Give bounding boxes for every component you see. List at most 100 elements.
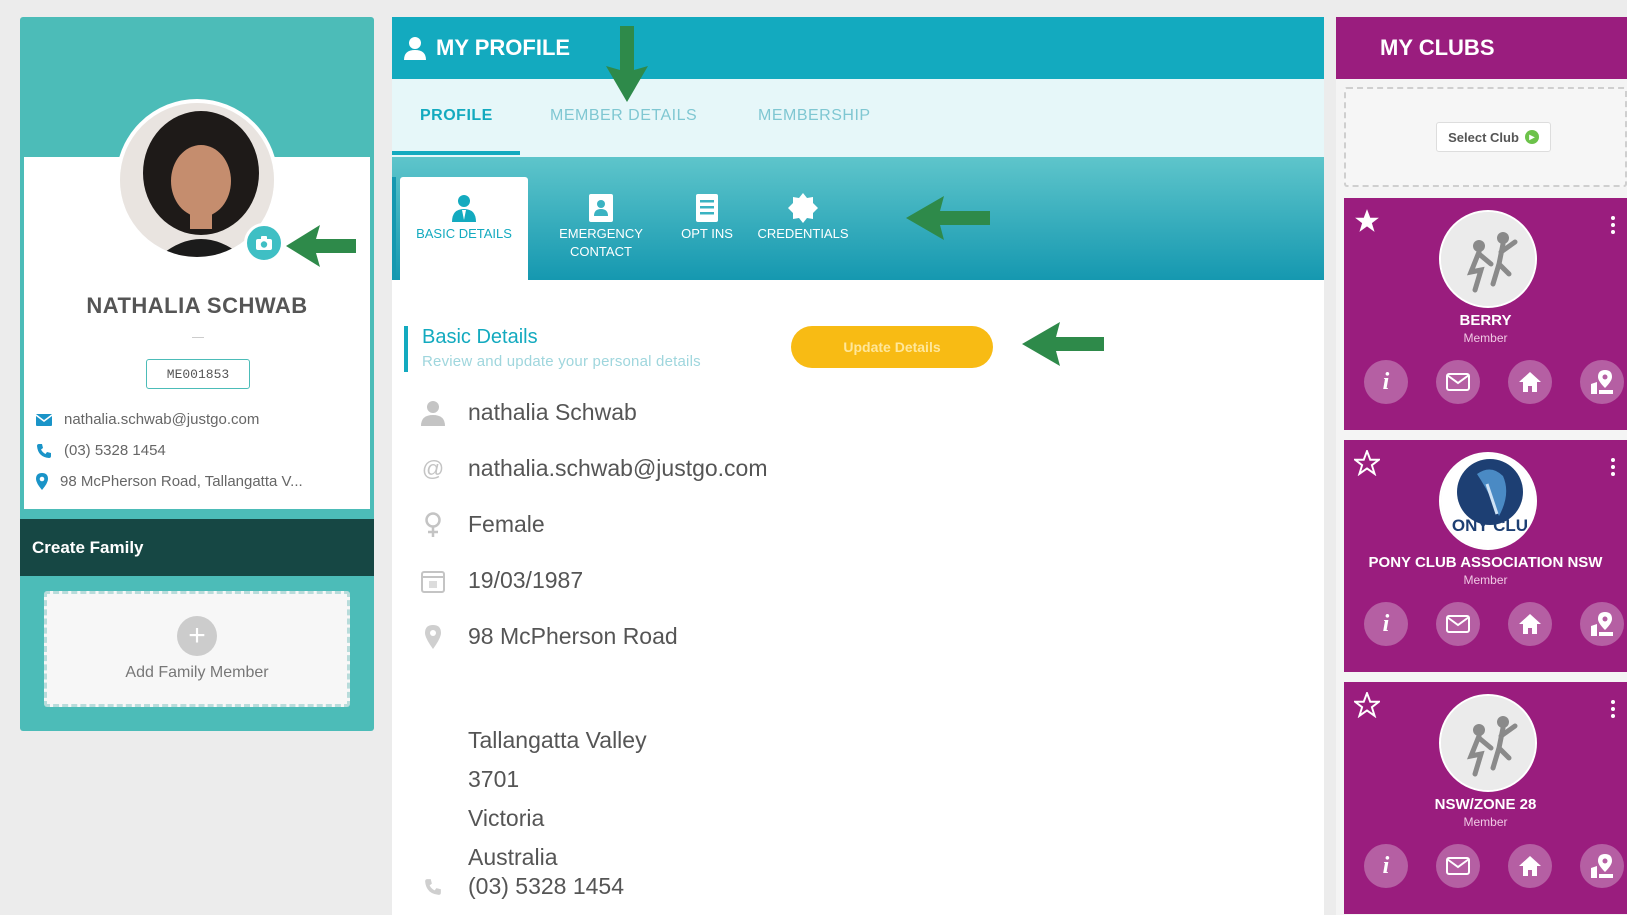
mail-button[interactable] bbox=[1436, 360, 1480, 404]
info-icon: i bbox=[1382, 610, 1390, 637]
list-icon bbox=[696, 194, 718, 222]
update-details-button[interactable]: Update Details bbox=[791, 326, 993, 368]
info-button[interactable]: i bbox=[1364, 360, 1408, 404]
map-location-icon bbox=[1591, 612, 1613, 636]
detail-gender: Female bbox=[420, 511, 545, 538]
phone-icon bbox=[425, 878, 441, 895]
detail-dob: 19/03/1987 bbox=[420, 567, 583, 594]
phone-icon bbox=[37, 443, 51, 458]
club-card[interactable]: NSW/ZONE 28 Member i bbox=[1344, 682, 1627, 914]
club-card[interactable]: ONY CLU PONY CLUB ASSOCIATION NSW Member… bbox=[1344, 440, 1627, 672]
tab-profile[interactable]: PROFILE bbox=[420, 107, 493, 125]
club-card[interactable]: BERRY Member i bbox=[1344, 198, 1627, 430]
annotation-arrow-down-icon bbox=[606, 26, 648, 102]
my-profile-title: MY PROFILE bbox=[436, 35, 571, 60]
map-location-icon bbox=[1591, 854, 1613, 878]
envelope-icon bbox=[1446, 857, 1470, 875]
select-club-label: Select Club bbox=[1448, 129, 1519, 145]
profile-tab-bar: PROFILE MEMBER DETAILS MEMBERSHIP bbox=[392, 79, 1324, 157]
contact-card-icon bbox=[589, 194, 613, 222]
detail-phone-value: (03) 5328 1454 bbox=[468, 873, 625, 899]
annotation-arrow-left-icon bbox=[286, 225, 356, 267]
contact-email-text: nathalia.schwab@justgo.com bbox=[64, 411, 260, 428]
star-filled-icon[interactable] bbox=[1354, 208, 1380, 234]
select-club-area: Select Club ▸ bbox=[1344, 87, 1627, 187]
subtab-emergency-contact[interactable]: EMERGENCY CONTACT bbox=[538, 177, 664, 280]
home-button[interactable] bbox=[1508, 602, 1552, 646]
club-logo bbox=[1439, 210, 1537, 308]
subtab-basic-details-label: BASIC DETAILS bbox=[416, 226, 512, 241]
detail-email: @ nathalia.schwab@justgo.com bbox=[420, 455, 768, 482]
kebab-menu-icon[interactable] bbox=[1611, 458, 1615, 476]
star-outline-icon[interactable] bbox=[1354, 692, 1380, 718]
club-logo bbox=[1439, 694, 1537, 792]
subtab-opt-ins[interactable]: OPT INS bbox=[664, 177, 750, 280]
mail-button[interactable] bbox=[1436, 844, 1480, 888]
club-logo-text: ONY CLU bbox=[1451, 516, 1529, 535]
tab-membership[interactable]: MEMBERSHIP bbox=[758, 107, 871, 125]
club-role: Member bbox=[1463, 331, 1508, 345]
section-title: Basic Details bbox=[422, 326, 538, 348]
kebab-menu-icon[interactable] bbox=[1611, 216, 1615, 234]
annotation-arrow-left-icon bbox=[906, 196, 990, 240]
envelope-icon bbox=[36, 413, 52, 426]
detail-suburb: Tallangatta Valley bbox=[468, 727, 647, 753]
detail-country: Australia bbox=[468, 844, 558, 870]
my-clubs-title: MY CLUBS bbox=[1336, 17, 1627, 79]
info-button[interactable]: i bbox=[1364, 602, 1408, 646]
divider bbox=[192, 337, 204, 338]
subtab-emergency-contact-label: EMERGENCY CONTACT bbox=[559, 226, 643, 259]
map-pin-icon bbox=[425, 624, 441, 649]
subtab-accent bbox=[392, 177, 396, 280]
map-pin-icon bbox=[36, 473, 48, 490]
profile-name: NATHALIA SCHWAB bbox=[86, 293, 308, 318]
info-button[interactable]: i bbox=[1364, 844, 1408, 888]
info-icon: i bbox=[1382, 368, 1390, 395]
club-name: PONY CLUB ASSOCIATION NSW bbox=[1368, 554, 1603, 571]
detail-postcode: 3701 bbox=[468, 766, 520, 792]
detail-email-value: nathalia.schwab@justgo.com bbox=[468, 455, 768, 481]
club-logo: ONY CLU bbox=[1439, 452, 1537, 550]
tab-member-details[interactable]: MEMBER DETAILS bbox=[550, 107, 697, 125]
person-icon bbox=[421, 400, 445, 426]
envelope-icon bbox=[1446, 615, 1470, 633]
home-button[interactable] bbox=[1508, 360, 1552, 404]
at-sign-icon: @ bbox=[421, 455, 445, 481]
contact-address: 98 McPherson Road, Tallangatta V... bbox=[36, 473, 303, 490]
change-photo-button[interactable] bbox=[244, 223, 284, 263]
location-button[interactable] bbox=[1580, 844, 1624, 888]
section-accent bbox=[404, 326, 408, 372]
location-button[interactable] bbox=[1580, 602, 1624, 646]
subtab-basic-details[interactable]: BASIC DETAILS bbox=[400, 177, 528, 280]
envelope-icon bbox=[1446, 373, 1470, 391]
home-icon bbox=[1519, 372, 1541, 392]
subtab-credentials-label: CREDENTIALS bbox=[757, 226, 849, 241]
subtab-opt-ins-label: OPT INS bbox=[681, 226, 733, 241]
female-icon bbox=[425, 511, 441, 537]
contact-phone: (03) 5328 1454 bbox=[36, 442, 166, 459]
star-outline-icon[interactable] bbox=[1354, 450, 1380, 476]
annotation-arrow-left-icon bbox=[1022, 322, 1104, 366]
section-subtitle: Review and update your personal details bbox=[422, 353, 701, 370]
detail-gender-value: Female bbox=[468, 511, 545, 537]
plus-icon: + bbox=[177, 616, 217, 656]
home-button[interactable] bbox=[1508, 844, 1552, 888]
my-profile-header: MY PROFILE bbox=[392, 17, 1324, 79]
user-icon bbox=[404, 37, 426, 60]
mail-button[interactable] bbox=[1436, 602, 1480, 646]
club-role: Member bbox=[1463, 815, 1508, 829]
subtab-bar bbox=[392, 157, 1324, 280]
person-icon bbox=[452, 195, 476, 222]
detail-dob-value: 19/03/1987 bbox=[468, 567, 584, 593]
map-location-icon bbox=[1591, 370, 1613, 394]
badge-icon bbox=[788, 193, 818, 223]
location-button[interactable] bbox=[1580, 360, 1624, 404]
contact-address-text: 98 McPherson Road, Tallangatta V... bbox=[60, 473, 303, 490]
my-profile-panel: MY PROFILE PROFILE MEMBER DETAILS MEMBER… bbox=[392, 17, 1324, 915]
club-name: NSW/ZONE 28 bbox=[1434, 796, 1537, 813]
subtab-credentials[interactable]: CREDENTIALS bbox=[748, 177, 858, 280]
select-club-button[interactable]: Select Club ▸ bbox=[1436, 122, 1551, 152]
club-role: Member bbox=[1463, 573, 1508, 587]
kebab-menu-icon[interactable] bbox=[1611, 700, 1615, 718]
add-family-member-button[interactable]: + Add Family Member bbox=[44, 591, 350, 707]
